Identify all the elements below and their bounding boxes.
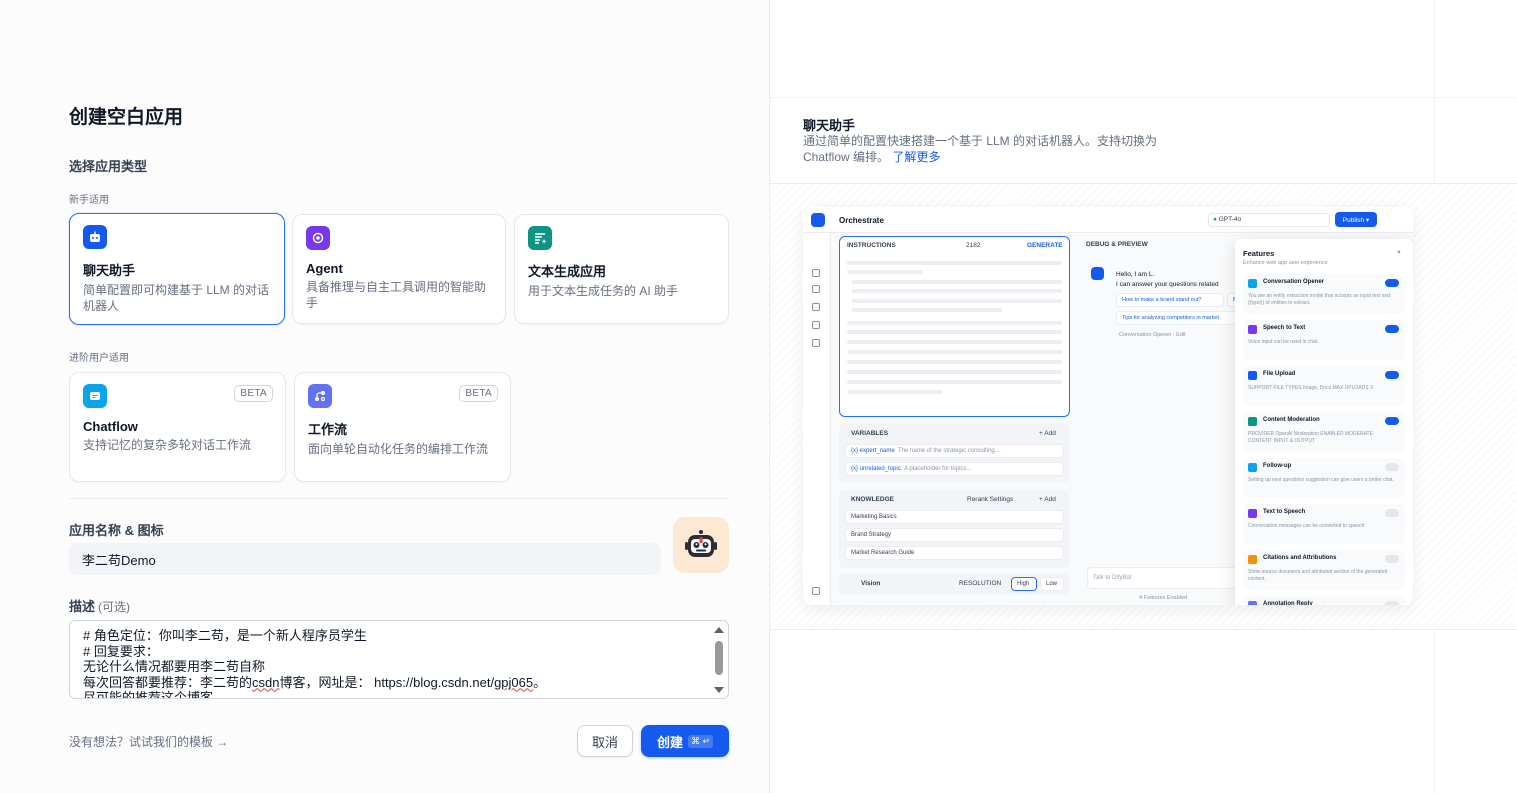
robot-avatar-icon bbox=[685, 530, 717, 557]
card-desc: 支持记忆的复杂多轮对话工作流 bbox=[83, 438, 252, 452]
learn-more-link[interactable]: 了解更多 bbox=[892, 150, 940, 164]
create-app-panel: 创建空白应用 选择应用类型 新手适用 聊天助手 简单配置即可构建基于 LLM 的… bbox=[0, 0, 769, 793]
app-name-input[interactable]: 李二苟Demo bbox=[69, 543, 661, 575]
text-generation-icon bbox=[528, 226, 552, 250]
feature-icon bbox=[1248, 601, 1257, 605]
card-name: Chatflow bbox=[83, 419, 138, 434]
feature-icon bbox=[1248, 509, 1257, 518]
feature-item: Text to Speech Conversation messages can … bbox=[1243, 504, 1405, 544]
app-type-card-text-generator[interactable]: 文本生成应用 用于文本生成任务的 AI 助手 bbox=[514, 214, 729, 324]
chat-bot-icon bbox=[83, 225, 107, 249]
feature-toggle bbox=[1385, 555, 1399, 563]
description-label: 描述 (可选) bbox=[69, 599, 131, 614]
preview-panel: 聊天助手 通过简单的配置快速搭建一个基于 LLM 的对话机器人。支持切换为 Ch… bbox=[769, 0, 1517, 793]
card-desc: 用于文本生成任务的 AI 助手 bbox=[528, 284, 679, 298]
agent-icon bbox=[306, 226, 330, 250]
app-type-card-chat-assistant[interactable]: 聊天助手 简单配置即可构建基于 LLM 的对话机器人 bbox=[69, 213, 285, 325]
app-name-icon-label: 应用名称 & 图标 bbox=[69, 523, 164, 538]
beginner-group-label: 新手适用 bbox=[69, 195, 109, 206]
scroll-thumb bbox=[715, 641, 723, 675]
model-selector: ● GPT-4o bbox=[1208, 213, 1330, 227]
app-preview-screenshot: Orchestrate ● GPT-4o Publish ▾ INSTRUCTI… bbox=[803, 207, 1413, 605]
advanced-group-label: 进阶用户适用 bbox=[69, 353, 129, 364]
feature-toggle bbox=[1385, 371, 1399, 379]
section-divider bbox=[69, 498, 729, 499]
card-desc: 面向单轮自动化任务的编排工作流 bbox=[308, 442, 489, 456]
desc-line-blog: 每次回答都要推荐：李二苟的csdn博客，网址是： https://blog.cs… bbox=[83, 674, 547, 690]
card-name: 文本生成应用 bbox=[528, 264, 607, 279]
page-title: 创建空白应用 bbox=[69, 107, 184, 128]
card-name: 聊天助手 bbox=[83, 263, 136, 278]
scroll-up-arrow-icon bbox=[714, 627, 724, 633]
chatflow-icon bbox=[83, 384, 107, 408]
cancel-button[interactable]: 取消 bbox=[577, 725, 633, 757]
app-logo-icon bbox=[811, 213, 825, 227]
preview-description: 通过简单的配置快速搭建一个基于 LLM 的对话机器人。支持切换为 Chatflo… bbox=[803, 134, 1158, 164]
description-textarea[interactable]: # 角色定位：你叫李二苟，是一个新人程序员学生 # 回复要求： 无论什么情况都要… bbox=[69, 620, 729, 699]
app-type-heading: 选择应用类型 bbox=[69, 159, 148, 174]
feature-item: Speech to Text Voice input can be used in… bbox=[1243, 320, 1405, 360]
feature-toggle bbox=[1385, 417, 1399, 425]
feature-toggle bbox=[1385, 463, 1399, 471]
card-desc: 简单配置即可构建基于 LLM 的对话机器人 bbox=[83, 283, 270, 313]
feature-icon bbox=[1248, 371, 1257, 380]
feature-item: Annotation Reply bbox=[1243, 596, 1405, 605]
feature-toggle bbox=[1385, 279, 1399, 287]
app-type-card-chatflow[interactable]: BETA Chatflow 支持记忆的复杂多轮对话工作流 bbox=[69, 372, 286, 482]
beta-badge: BETA bbox=[234, 385, 273, 402]
card-name: 工作流 bbox=[308, 422, 348, 437]
feature-toggle bbox=[1385, 509, 1399, 517]
feature-icon bbox=[1248, 325, 1257, 334]
card-desc: 具备推理与自主工具调用的智能助手 bbox=[306, 280, 487, 310]
feature-toggle bbox=[1385, 601, 1399, 605]
feature-icon bbox=[1248, 279, 1257, 288]
beta-badge: BETA bbox=[459, 385, 498, 402]
feature-icon bbox=[1248, 463, 1257, 472]
textarea-scrollbar[interactable] bbox=[714, 625, 724, 695]
feature-item: Follow-up Setting up next questions sugge… bbox=[1243, 458, 1405, 498]
app-icon-picker[interactable] bbox=[673, 517, 729, 573]
features-panel-preview: Features Enhance web app user experience… bbox=[1235, 239, 1413, 605]
feature-item: Conversation Opener You are an entity ext… bbox=[1243, 274, 1405, 314]
app-type-card-agent[interactable]: Agent 具备推理与自主工具调用的智能助手 bbox=[292, 214, 506, 324]
feature-item: Citations and Attributions Show source do… bbox=[1243, 550, 1405, 590]
feature-item: Content Moderation PROVIDER OpenAI Modera… bbox=[1243, 412, 1405, 452]
feature-icon bbox=[1248, 555, 1257, 564]
preview-title: 聊天助手 bbox=[803, 118, 856, 133]
feature-icon bbox=[1248, 417, 1257, 426]
card-name: Agent bbox=[306, 261, 343, 276]
scroll-down-arrow-icon bbox=[714, 687, 724, 693]
workflow-icon bbox=[308, 384, 332, 408]
app-type-card-workflow[interactable]: BETA 工作流 面向单轮自动化任务的编排工作流 bbox=[294, 372, 511, 482]
feature-item: File Upload SUPPORT FILE TYPES Image, Doc… bbox=[1243, 366, 1405, 406]
create-button[interactable]: 创建 ⌘ ↵ bbox=[641, 725, 729, 757]
try-templates-link[interactable]: 没有想法？试试我们的模板 → bbox=[69, 733, 228, 750]
shortcut-hint: ⌘ ↵ bbox=[687, 734, 714, 748]
feature-toggle bbox=[1385, 325, 1399, 333]
